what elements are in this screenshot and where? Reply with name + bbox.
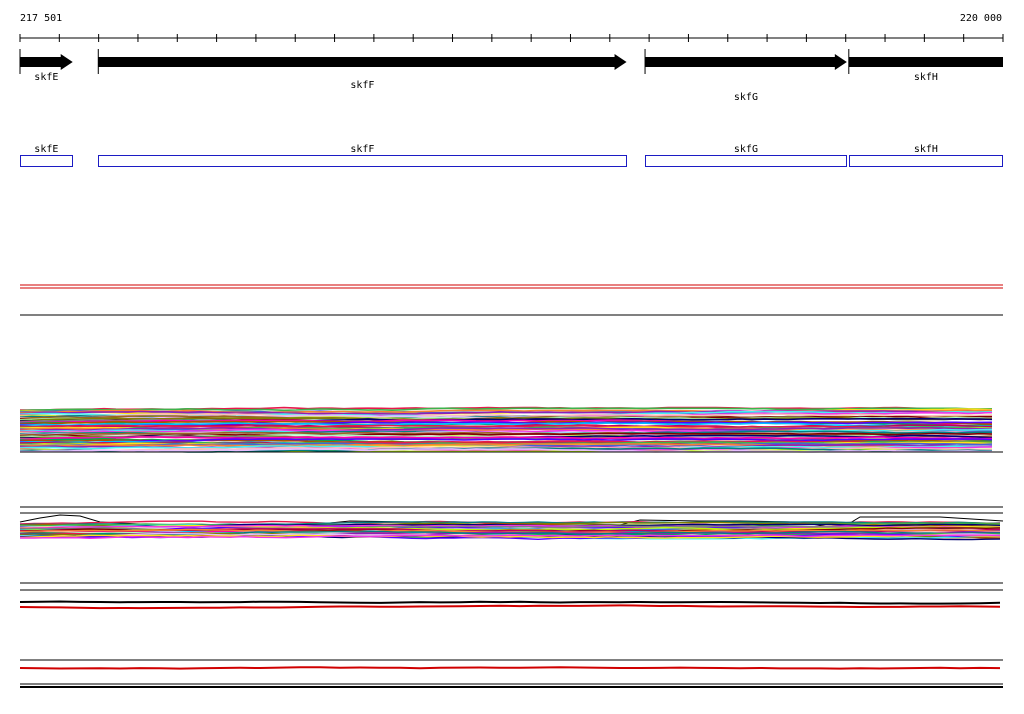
track-d-red-line — [19, 604, 1001, 610]
coverage-tracks[interactable] — [0, 0, 1024, 714]
genome-browser: 217 501 220 000 skfE skfF skfG skfH skfE… — [0, 0, 1024, 714]
track-e-red-line — [19, 666, 1001, 670]
track-d-black-line — [19, 600, 1001, 605]
